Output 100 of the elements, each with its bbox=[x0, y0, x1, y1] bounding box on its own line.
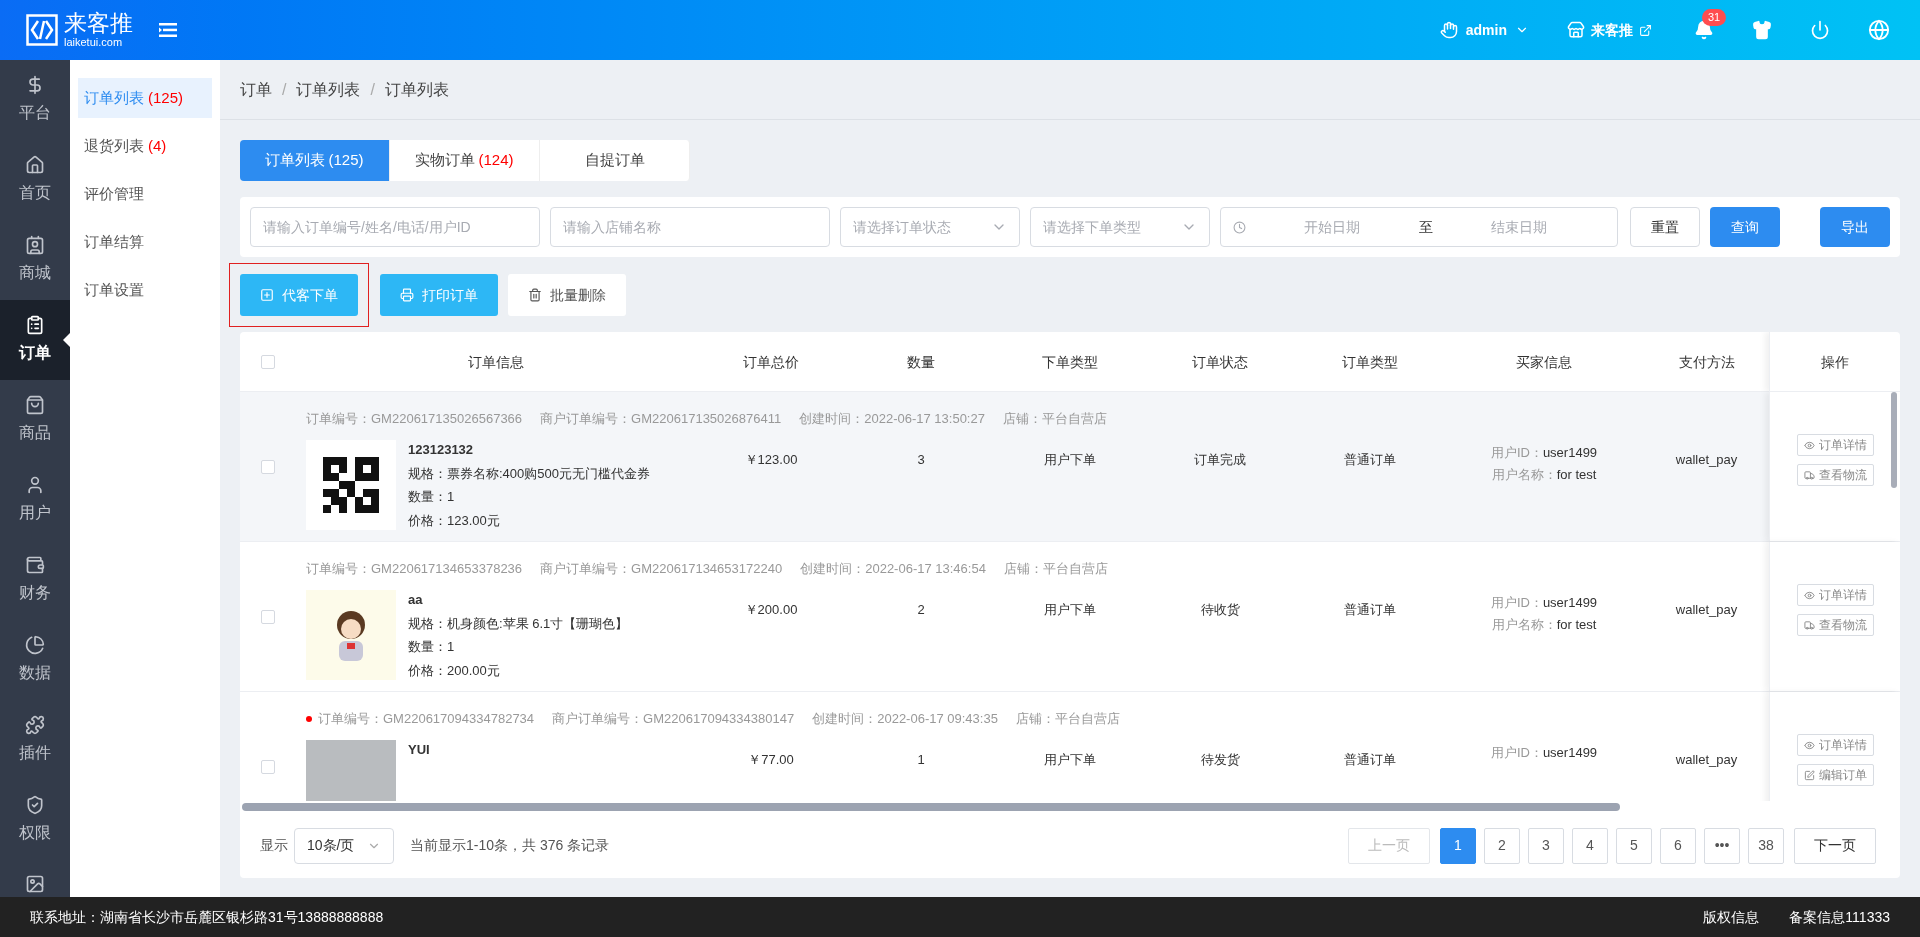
buyer-info: 用户ID：user1499 bbox=[1490, 444, 1598, 462]
table-cell-text: ￥77.00 bbox=[748, 751, 794, 769]
shirt-icon[interactable] bbox=[1752, 20, 1772, 40]
nav-item[interactable]: 商品 bbox=[0, 380, 70, 460]
buyer-info: 用户名称：for test bbox=[1491, 465, 1597, 484]
column-header: 订单信息 bbox=[468, 352, 524, 372]
checkbox[interactable] bbox=[261, 460, 275, 474]
table-cell-text: 3 bbox=[917, 451, 925, 469]
checkbox[interactable] bbox=[261, 355, 275, 369]
checkbox[interactable] bbox=[261, 760, 275, 774]
page-button[interactable]: 3 bbox=[1528, 827, 1564, 864]
hand-icon bbox=[1439, 21, 1458, 39]
logo-icon bbox=[26, 14, 58, 46]
checkbox[interactable] bbox=[261, 610, 275, 624]
row-action-button[interactable]: 订单详情 bbox=[1796, 434, 1874, 456]
table-cell-text: 1 bbox=[917, 751, 925, 769]
page-button[interactable]: 5 bbox=[1616, 827, 1652, 864]
table-cell-text: 待发货 bbox=[1200, 751, 1240, 769]
page-size-select[interactable]: 10条/页 bbox=[294, 827, 394, 864]
nav-item[interactable]: 首页 bbox=[0, 140, 70, 220]
record-link[interactable]: 备案信息111333 bbox=[1789, 906, 1890, 928]
pie-chart-icon bbox=[25, 635, 45, 655]
sub-nav-item[interactable]: 退货列表 (4) bbox=[78, 126, 212, 166]
table-cell-text: 普通订单 bbox=[1344, 451, 1396, 469]
column-header: 买家信息 bbox=[1516, 352, 1572, 372]
row-action-button[interactable]: 查看物流 bbox=[1796, 464, 1874, 486]
order-meta: 商户订单编号：GM220617134653172240 bbox=[540, 560, 783, 579]
logo-name: 来客推 bbox=[64, 12, 133, 35]
row-action-button[interactable]: 查看物流 bbox=[1796, 614, 1874, 636]
page-button[interactable]: 1 bbox=[1440, 827, 1476, 864]
tab[interactable]: 自提订单 bbox=[540, 140, 690, 181]
next-page-button[interactable]: 下一页 bbox=[1794, 827, 1876, 864]
column-header: 订单总价 bbox=[743, 352, 799, 372]
puzzle-icon bbox=[25, 715, 45, 735]
truck-icon bbox=[1803, 469, 1815, 481]
product-name: YUI bbox=[408, 741, 430, 759]
sub-nav-item[interactable]: 订单设置 bbox=[78, 270, 212, 310]
export-button[interactable]: 导出 bbox=[1820, 207, 1890, 247]
order-meta: 创建时间：2022-06-17 13:50:27 bbox=[799, 410, 985, 429]
order-meta: 商户订单编号：GM220617094334380147 bbox=[552, 710, 795, 729]
breadcrumb-item[interactable]: 订单 bbox=[240, 77, 272, 102]
eye-icon bbox=[1803, 439, 1815, 451]
table-cell-text: 2 bbox=[917, 601, 925, 619]
row-action-button[interactable]: 编辑订单 bbox=[1796, 764, 1874, 786]
table-cell-text: 用户下单 bbox=[1044, 451, 1096, 469]
horizontal-scrollbar[interactable] bbox=[242, 803, 1620, 811]
page-button[interactable]: 4 bbox=[1572, 827, 1608, 864]
order-meta: 店铺：平台自营店 bbox=[1003, 560, 1108, 579]
table-cell-text: 普通订单 bbox=[1344, 601, 1396, 619]
row-action-button[interactable]: 订单详情 bbox=[1796, 584, 1874, 606]
nav-item[interactable]: 商城 bbox=[0, 220, 70, 300]
home-icon bbox=[25, 155, 45, 175]
menu-icon[interactable] bbox=[159, 22, 177, 38]
table-cell-text: 待收货 bbox=[1200, 601, 1240, 619]
logo-domain: laiketui.com bbox=[64, 37, 124, 48]
product-detail: 数量：1 bbox=[408, 638, 456, 656]
order-search-field[interactable]: 请输入订单编号/姓名/电话/用户ID bbox=[250, 207, 540, 247]
shield-icon bbox=[25, 795, 45, 815]
reset-button[interactable]: 重置 bbox=[1630, 207, 1700, 247]
buyer-info: 用户名称：for test bbox=[1491, 615, 1597, 634]
order-meta: 店铺：平台自营店 bbox=[1002, 410, 1107, 429]
globe-icon[interactable] bbox=[1868, 19, 1890, 41]
nav-item[interactable]: 权限 bbox=[0, 780, 70, 860]
buyer-info: 用户ID：user1499 bbox=[1490, 594, 1598, 612]
copyright-link[interactable]: 版权信息 bbox=[1703, 906, 1760, 928]
query-button[interactable]: 查询 bbox=[1710, 207, 1780, 247]
nav-item[interactable]: 平台 bbox=[0, 60, 70, 140]
breadcrumb-separator: / bbox=[282, 79, 287, 100]
notification-icon[interactable] bbox=[1694, 20, 1714, 40]
id-card-icon bbox=[25, 235, 45, 255]
page-button[interactable]: 38 bbox=[1748, 827, 1784, 864]
table-cell-text: 用户下单 bbox=[1044, 751, 1096, 769]
external-link-icon bbox=[1639, 23, 1652, 37]
date-range-field[interactable]: 开始日期 至 结束日期 bbox=[1220, 207, 1618, 247]
action-button[interactable]: 批量删除 bbox=[508, 274, 626, 316]
page-button[interactable]: ••• bbox=[1704, 827, 1740, 864]
store-field[interactable]: 请输入店铺名称 bbox=[550, 207, 830, 247]
order-meta: 订单编号：GM220617094334782734 bbox=[318, 710, 535, 729]
sub-nav-item[interactable]: 评价管理 bbox=[78, 174, 212, 214]
nav-item[interactable]: 订单 bbox=[0, 300, 70, 380]
nav-item[interactable]: 财务 bbox=[0, 540, 70, 620]
sub-nav-item[interactable]: 订单结算 bbox=[78, 222, 212, 262]
sub-nav-item[interactable]: 订单列表 (125) bbox=[78, 78, 212, 118]
product-detail: 数量：1 bbox=[408, 488, 456, 506]
product-name: 123123132 bbox=[408, 441, 475, 459]
page-button[interactable]: 6 bbox=[1660, 827, 1696, 864]
vertical-scrollbar[interactable] bbox=[1891, 392, 1897, 488]
tab[interactable]: 实物订单 (124) bbox=[390, 140, 540, 181]
page-button[interactable]: 2 bbox=[1484, 827, 1520, 864]
tab[interactable]: 订单列表 (125) bbox=[240, 140, 390, 181]
nav-item[interactable]: 数据 bbox=[0, 620, 70, 700]
nav-item[interactable]: 插件 bbox=[0, 700, 70, 780]
power-icon[interactable] bbox=[1810, 20, 1830, 40]
pagination-summary: 当前显示1-10条，共 376 条记录 bbox=[410, 836, 610, 855]
column-header: 订单类型 bbox=[1342, 352, 1398, 372]
nav-item[interactable]: 用户 bbox=[0, 460, 70, 540]
row-action-button[interactable]: 订单详情 bbox=[1796, 734, 1874, 756]
product-detail: 规格：票券名称:400购500元无门槛代金券 bbox=[408, 464, 650, 483]
table-cell-text: wallet_pay bbox=[1675, 751, 1738, 769]
breadcrumb-item[interactable]: 订单列表 bbox=[296, 77, 361, 102]
